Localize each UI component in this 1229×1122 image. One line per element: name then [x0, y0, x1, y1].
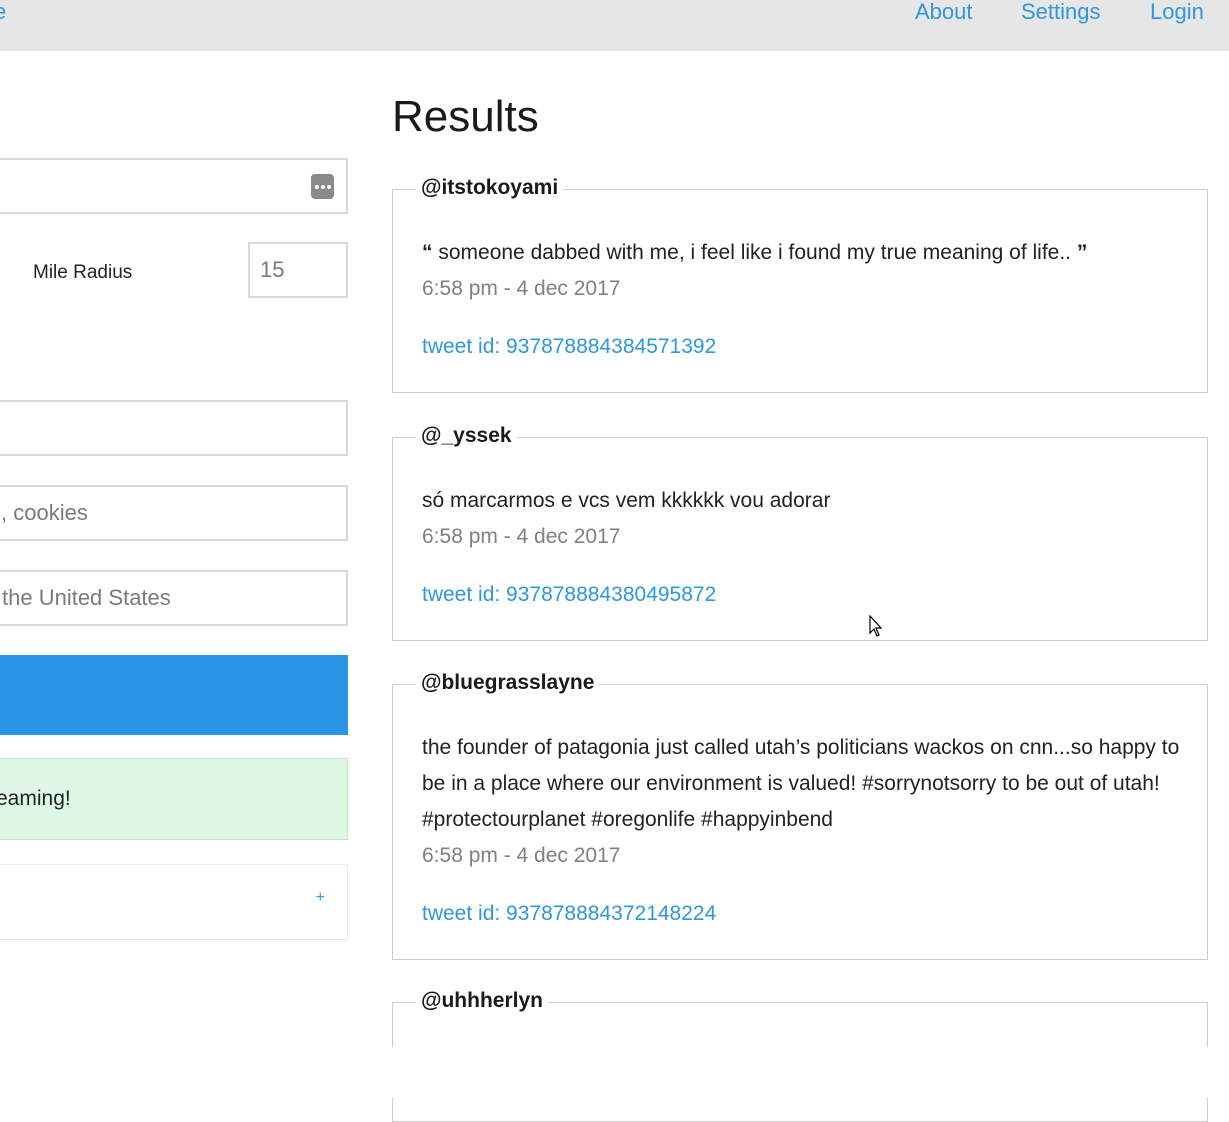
tweet-text: só marcarmos e vcs vem kkkkkk vou adorar: [422, 489, 831, 512]
streaming-notice: reaming!: [0, 758, 348, 840]
brand-link[interactable]: e: [0, 0, 6, 24]
navbar: e About Settings Login: [0, 0, 1229, 51]
open-quote-icon: “: [422, 241, 433, 264]
nav-login-link[interactable]: Login: [1150, 0, 1204, 24]
tweet-id-link[interactable]: tweet id: 937878884384571392: [422, 335, 716, 359]
keywords-placeholder: s, cookies: [0, 500, 88, 525]
tweet-text: the founder of patagonia just called uta…: [422, 736, 1180, 831]
location-input[interactable]: the United States: [0, 570, 348, 626]
collapsible-panel[interactable]: +: [0, 864, 348, 940]
mile-radius-label: Mile Radius: [33, 262, 133, 283]
keywords-input[interactable]: s, cookies: [0, 485, 348, 541]
close-quote-icon: ”: [1076, 241, 1088, 264]
tweet-text: “ someone dabbed with me, i feel like i …: [422, 235, 1183, 271]
nav-settings-link[interactable]: Settings: [1021, 0, 1101, 24]
location-picker-input[interactable]: [0, 158, 348, 214]
tweet-card: @bluegrasslayne the founder of patagonia…: [392, 670, 1208, 960]
tweet-username[interactable]: @itstokoyami: [416, 175, 564, 201]
tweet-body: someone dabbed with me, i feel like i fo…: [438, 241, 1072, 264]
notice-text: reaming!: [0, 787, 71, 810]
mile-radius-value: 15: [260, 257, 285, 282]
search-button[interactable]: [0, 655, 348, 735]
tweet-id-link[interactable]: tweet id: 937878884372148224: [422, 902, 716, 926]
search-input[interactable]: [0, 400, 348, 456]
mouse-cursor-icon: [869, 615, 883, 637]
tweet-timestamp: 6:58 pm - 4 dec 2017: [422, 525, 621, 548]
tweet-id-link[interactable]: tweet id: 937878884380495872: [422, 583, 716, 607]
tweet-username[interactable]: @_yssek: [416, 423, 517, 449]
more-options-icon[interactable]: [311, 174, 334, 199]
tweet-timestamp: 6:58 pm - 4 dec 2017: [422, 277, 621, 300]
tweet-username[interactable]: @uhhherlyn: [416, 988, 548, 1014]
tweet-card: @_yssek só marcarmos e vcs vem kkkkkk vo…: [392, 423, 1208, 641]
tweet-timestamp: 6:58 pm - 4 dec 2017: [422, 844, 621, 867]
results-title: Results: [392, 92, 539, 141]
tweet-username[interactable]: @bluegrasslayne: [416, 670, 600, 696]
location-placeholder: the United States: [2, 585, 171, 610]
tweet-card: @itstokoyami “ someone dabbed with me, i…: [392, 175, 1208, 393]
nav-about-link[interactable]: About: [915, 0, 973, 24]
page-bottom-area: [0, 1047, 1229, 1098]
expand-plus-icon[interactable]: +: [316, 889, 325, 907]
mile-radius-input[interactable]: 15: [248, 242, 348, 298]
